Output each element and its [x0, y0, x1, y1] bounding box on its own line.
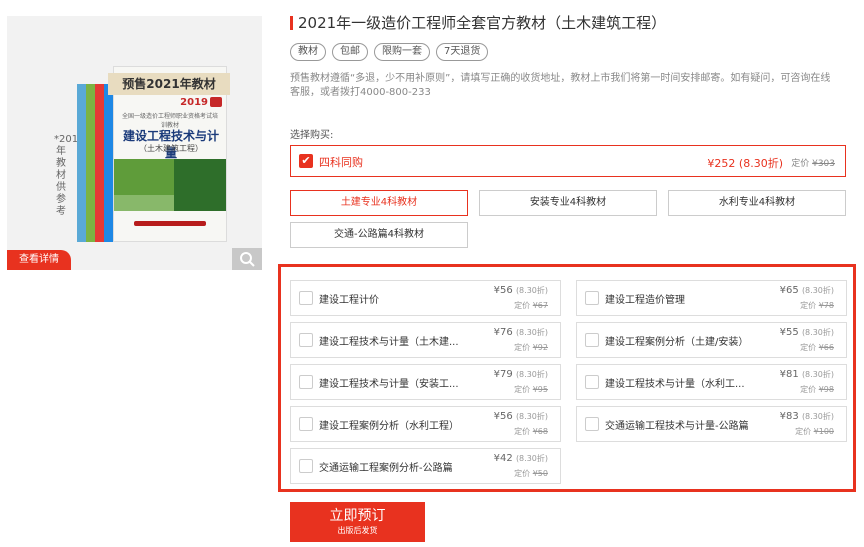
publisher-logo [134, 221, 206, 226]
book-price: ¥79 (8.30折) [493, 369, 548, 380]
checkbox[interactable] [585, 375, 599, 389]
book-price: ¥55 (8.30折) [779, 327, 834, 338]
bundle-name: 四科同购 [319, 156, 363, 169]
checkbox[interactable] [585, 333, 599, 347]
book-name: 建设工程技术与计量（土木建... [319, 337, 459, 348]
tag-badge: 教材 [290, 43, 326, 61]
book-price: ¥81 (8.30折) [779, 369, 834, 380]
book-price: ¥76 (8.30折) [493, 327, 548, 338]
tag-badge: 限购一套 [374, 43, 430, 61]
option-installation[interactable]: 安装专业4科教材 [479, 190, 657, 216]
book-item[interactable]: 建设工程造价管理 ¥65 (8.30折) 定价 ¥78 [576, 280, 847, 316]
book-item[interactable]: 建设工程计价 ¥56 (8.30折) 定价 ¥67 [290, 280, 561, 316]
checkbox[interactable] [585, 291, 599, 305]
search-icon [240, 252, 255, 267]
preorder-label: 立即预订 [329, 508, 386, 524]
book-name: 交通运输工程案例分析-公路篇 [319, 463, 453, 474]
presale-ribbon: 预售2021年教材 [108, 73, 230, 95]
checkbox-checked-icon[interactable]: ✔ [299, 154, 313, 168]
bundle-list-price: 定价 ¥303 [791, 159, 835, 169]
book-name: 建设工程技术与计量（安装工... [319, 379, 459, 390]
book-name: 建设工程技术与计量（水利工... [605, 379, 745, 390]
preorder-button[interactable]: 立即预订 出版后发货 [290, 502, 425, 542]
book-item[interactable]: 建设工程技术与计量（水利工... ¥81 (8.30折) 定价 ¥98 [576, 364, 847, 400]
book-price: ¥56 (8.30折) [493, 285, 548, 296]
option-water[interactable]: 水利专业4科教材 [668, 190, 846, 216]
book-name: 交通运输工程技术与计量-公路篇 [605, 421, 749, 432]
book-list-price: 定价 ¥95 [514, 385, 548, 394]
book-price: ¥83 (8.30折) [779, 411, 834, 422]
view-details-button[interactable]: 查看详情 [7, 250, 71, 270]
book-list-price: 定价 ¥92 [514, 343, 548, 352]
preorder-sublabel: 出版后发货 [337, 526, 378, 535]
product-title: 2021年一级造价工程师全套官方教材（土木建筑工程） [298, 14, 667, 32]
book-list-price: 定价 ¥100 [795, 427, 834, 436]
book-item[interactable]: 交通运输工程技术与计量-公路篇 ¥83 (8.30折) 定价 ¥100 [576, 406, 847, 442]
bundle-price: ¥252 (8.30折) [707, 157, 783, 170]
book-stack-illustration: 预售2021年教材 2019 全国一级造价工程师职业资格考试培训教材 建设工程技… [77, 66, 230, 242]
edition-badge [210, 97, 222, 107]
checkbox[interactable] [299, 417, 313, 431]
book-list-price: 定价 ¥50 [514, 469, 548, 478]
checkbox[interactable] [299, 459, 313, 473]
book-list-price: 定价 ¥78 [800, 301, 834, 310]
tag-badge: 包邮 [332, 43, 368, 61]
book-list-price: 定价 ¥67 [514, 301, 548, 310]
book-selection-panel: 建设工程计价 ¥56 (8.30折) 定价 ¥67 建设工程造价管理 ¥65 (… [278, 264, 856, 492]
checkbox[interactable] [299, 333, 313, 347]
checkbox[interactable] [299, 291, 313, 305]
book-name: 建设工程计价 [319, 295, 379, 306]
image-side-note: *2019年教材供参考 [54, 134, 85, 217]
checkbox[interactable] [585, 417, 599, 431]
book-cover: 预售2021年教材 2019 全国一级造价工程师职业资格考试培训教材 建设工程技… [108, 66, 230, 242]
checkbox[interactable] [299, 375, 313, 389]
book-item[interactable]: 交通运输工程案例分析-公路篇 ¥42 (8.30折) 定价 ¥50 [290, 448, 561, 484]
option-highway[interactable]: 交通-公路篇4科教材 [290, 222, 468, 248]
book-name: 建设工程案例分析（土建/安装） [605, 337, 749, 348]
book-item[interactable]: 建设工程案例分析（水利工程） ¥56 (8.30折) 定价 ¥68 [290, 406, 561, 442]
edition-year: 2019 [180, 97, 208, 108]
book-subtitle: （土木建筑工程） [139, 144, 203, 153]
book-item[interactable]: 建设工程技术与计量（安装工... ¥79 (8.30折) 定价 ¥95 [290, 364, 561, 400]
book-list-price: 定价 ¥66 [800, 343, 834, 352]
zoom-button[interactable] [232, 248, 262, 270]
title-accent-bar [290, 16, 293, 30]
book-item[interactable]: 建设工程案例分析（土建/安装） ¥55 (8.30折) 定价 ¥66 [576, 322, 847, 358]
book-price: ¥56 (8.30折) [493, 411, 548, 422]
book-item[interactable]: 建设工程技术与计量（土木建... ¥76 (8.30折) 定价 ¥92 [290, 322, 561, 358]
option-civil[interactable]: 土建专业4科教材 [290, 190, 468, 216]
bundle-option[interactable]: ✔ 四科同购 ¥252 (8.30折) 定价 ¥303 [290, 145, 846, 177]
book-list-price: 定价 ¥98 [800, 385, 834, 394]
product-image[interactable]: *2019年教材供参考 预售2021年教材 2019 全国一级造价工程师职业资格… [7, 16, 262, 270]
tag-list: 教材 包邮 限购一套 7天退货 [290, 43, 489, 61]
book-name: 建设工程造价管理 [605, 295, 685, 306]
book-name: 建设工程案例分析（水利工程） [319, 421, 459, 432]
book-price: ¥42 (8.30折) [493, 453, 548, 464]
choose-purchase-label: 选择购买: [290, 130, 334, 141]
cover-artwork [114, 159, 226, 211]
tag-badge: 7天退货 [436, 43, 489, 61]
presale-notice: 预售教材遵循“多退，少不用补原则”，请填写正确的收货地址，教材上市我们将第一时间… [290, 73, 831, 98]
book-list-price: 定价 ¥68 [514, 427, 548, 436]
book-price: ¥65 (8.30折) [779, 285, 834, 296]
